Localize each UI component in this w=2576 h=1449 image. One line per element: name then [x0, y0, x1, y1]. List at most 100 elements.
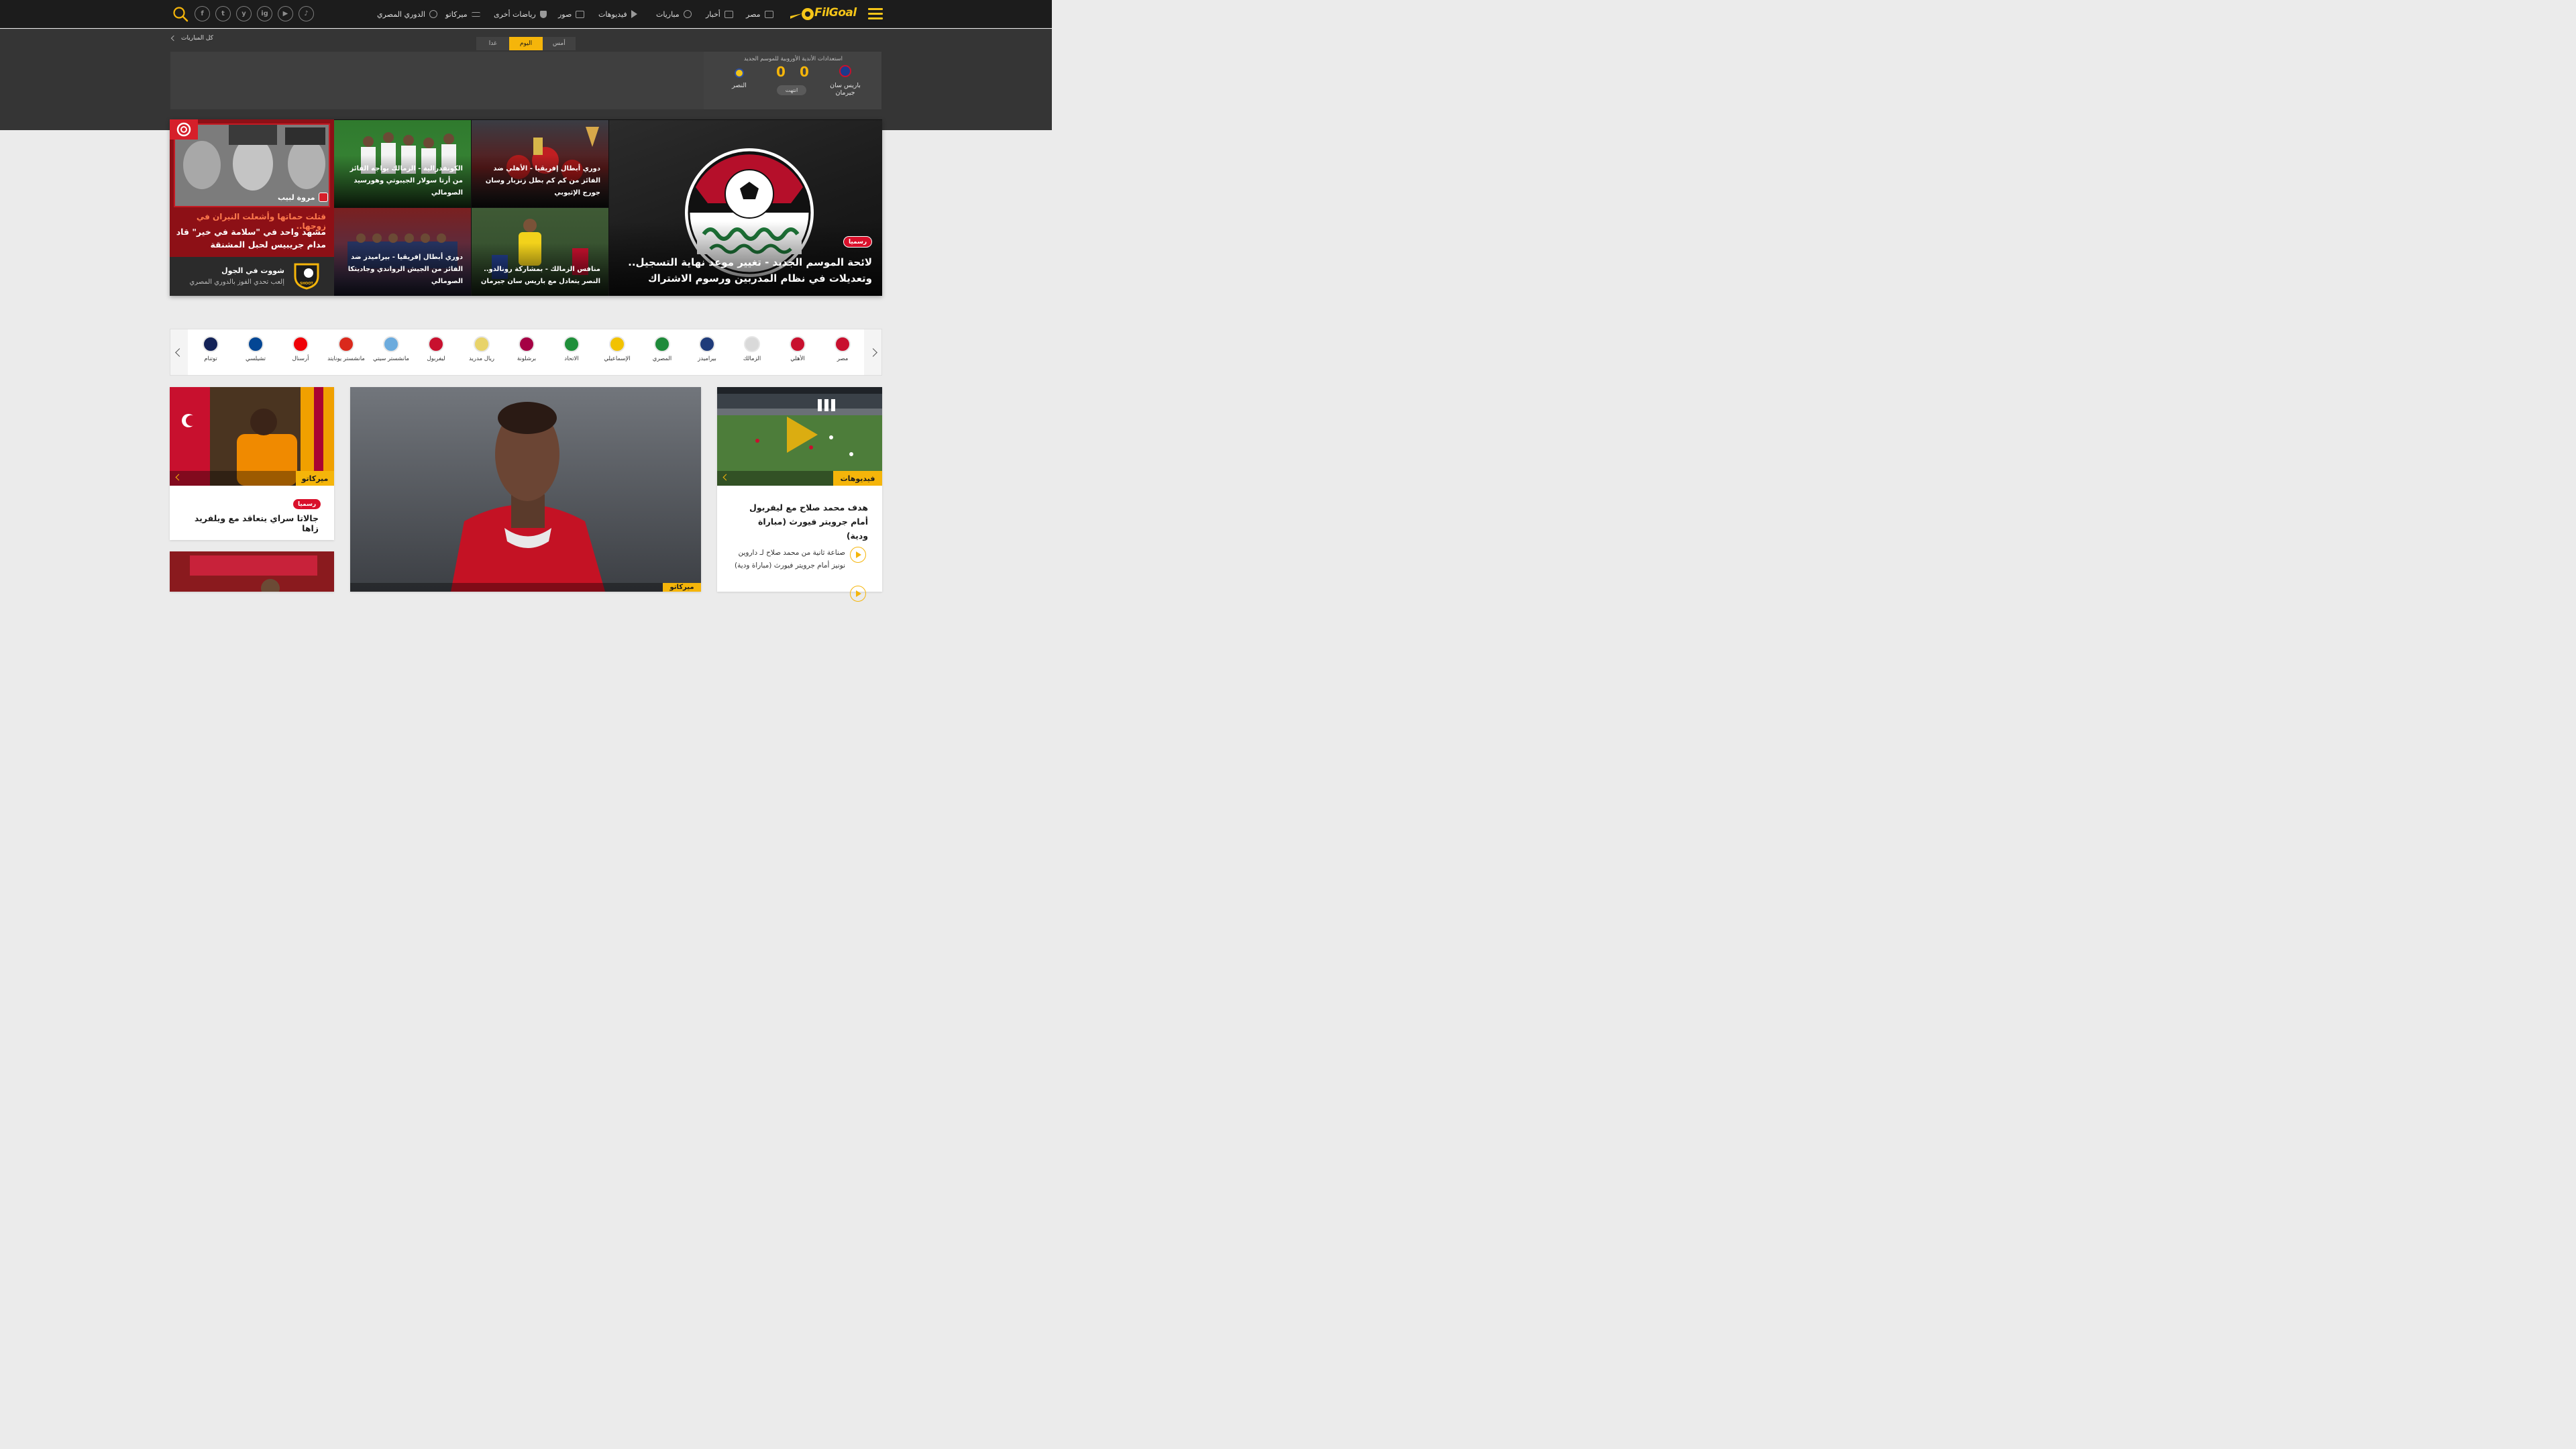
nav-label: مصر: [746, 9, 761, 19]
news-tile[interactable]: دوري أبطال إفريقيا - الأهلي ضد الفائز من…: [472, 120, 608, 207]
match-status-badge: انتهت: [777, 85, 806, 95]
svg-text:SHOOT: SHOOT: [300, 282, 313, 286]
play-icon[interactable]: ▶: [278, 6, 293, 21]
camera-icon: [576, 10, 585, 18]
nav-item-photos[interactable]: صور: [558, 8, 585, 20]
team-shortcut[interactable]: مانشستر يونايتد: [325, 335, 368, 362]
team-name: الزمالك: [743, 356, 761, 362]
team-shortcut[interactable]: مانشستر سيتي: [370, 335, 413, 362]
news-photo: [170, 551, 334, 592]
football-icon: [429, 10, 437, 18]
nav-item-videos[interactable]: فيديوهات: [598, 8, 637, 20]
all-matches-link[interactable]: كل المباريات: [170, 35, 213, 42]
team-shortcut[interactable]: مصر: [821, 335, 864, 362]
team-shortcut[interactable]: تشيلسي: [234, 335, 277, 362]
team-shortcut[interactable]: أرسنال: [279, 335, 322, 362]
search-icon[interactable]: [172, 6, 189, 22]
team-shortcut[interactable]: الاتحاد: [550, 335, 593, 362]
promo-author: مروة لبيب: [278, 193, 328, 202]
tag-bar: [350, 583, 663, 592]
al-nassr-crest-icon: [735, 68, 744, 78]
nav-label: صور: [558, 9, 572, 19]
team-name: ليفربول: [427, 356, 445, 362]
team-crest-icon: [292, 336, 309, 352]
team-name: مانشستر سيتي: [373, 356, 409, 362]
hero-main-title[interactable]: لائحة الموسم الجديد - تغيير موعد نهاية ا…: [617, 254, 872, 286]
nav-item-egypt[interactable]: مصر: [746, 8, 773, 20]
nav-item-egyptian-league[interactable]: الدوري المصري: [377, 8, 437, 20]
videos-tag[interactable]: فيديوهات: [833, 471, 882, 486]
tile-title: دوري أبطال إفريقيا - الأهلي ضد الفائز من…: [485, 165, 600, 197]
mercato-card-title[interactable]: جالاتا سراي يتعاقد مع ويلفريد زاها: [178, 513, 319, 533]
tab-tomorrow[interactable]: غدا: [476, 37, 509, 50]
newspaper-icon: [724, 10, 733, 18]
tile-title: منافس الزمالك - بمشاركة رونالدو.. النصر …: [480, 266, 600, 285]
site-logo-text[interactable]: FilGoal: [814, 6, 857, 19]
team-crest-icon: [609, 336, 625, 352]
news-tile[interactable]: الكونفدرالية - الزمالك يواجه الفائز من أ…: [334, 120, 471, 207]
twitter-icon[interactable]: t: [215, 6, 231, 21]
news-card[interactable]: [170, 551, 334, 592]
news-tile[interactable]: منافس الزمالك - بمشاركة رونالدو.. النصر …: [472, 208, 608, 296]
play-triangle: [856, 590, 861, 597]
featured-mercato-card[interactable]: [350, 387, 701, 592]
tiktok-icon[interactable]: ♪: [299, 6, 314, 21]
play-icon: [631, 10, 637, 18]
team-crest-icon: [564, 336, 580, 352]
player-photo: [350, 387, 701, 592]
away-team-name: النصر: [732, 82, 747, 89]
menu-icon[interactable]: [868, 8, 883, 20]
team-crest-icon: [519, 336, 535, 352]
team-shortcut[interactable]: الزمالك: [731, 335, 773, 362]
day-tabs: غدا اليوم أمس: [476, 37, 576, 50]
team-name: توتنام: [204, 356, 217, 362]
play-icon[interactable]: [850, 547, 866, 563]
news-tile[interactable]: دوري أبطال إفريقيا - بيراميدز ضد الفائز …: [334, 208, 471, 296]
instagram-icon[interactable]: ig: [257, 6, 272, 21]
team-shortcut[interactable]: برشلونة: [505, 335, 548, 362]
tag-bar: [717, 471, 833, 486]
shield-icon: [539, 10, 547, 18]
team-crest-icon: [474, 336, 490, 352]
team-shortcut[interactable]: ليفربول: [415, 335, 458, 362]
facebook-icon[interactable]: f: [195, 6, 210, 21]
team-name: الإسماعيلي: [604, 356, 631, 362]
carousel-next-button[interactable]: [864, 329, 881, 375]
promo-text: مشهد واحد في "سلامة في خير" قاد مدام جري…: [176, 227, 326, 250]
tab-yesterday[interactable]: أمس: [543, 37, 576, 50]
team-shortcut[interactable]: ريال مدريد: [460, 335, 503, 362]
promo-banner-subtitle: إلعب تحدي الفوز بالدوري المصري: [189, 278, 284, 286]
nav-item-other-sports[interactable]: رياضات أخرى: [494, 8, 547, 20]
team-shortcut[interactable]: بيراميدز: [686, 335, 729, 362]
nav-label: مباريات: [656, 9, 680, 19]
youtube-icon[interactable]: y: [236, 6, 252, 21]
pen-icon: [318, 193, 328, 202]
all-matches-label: كل المباريات: [181, 35, 213, 42]
nav-label: أخبار: [706, 9, 720, 19]
mercato-tag[interactable]: ميركاتو: [663, 583, 701, 592]
team-name: برشلونة: [517, 356, 537, 362]
mercato-tag[interactable]: ميركاتو: [296, 471, 334, 486]
team-shortcut[interactable]: الأهلي: [776, 335, 819, 362]
tab-today[interactable]: اليوم: [509, 37, 543, 50]
nav-item-mercato[interactable]: ميركاتو: [445, 8, 480, 20]
brand-logo-icon: [170, 119, 198, 140]
team-crest-icon: [203, 336, 219, 352]
team-shortcut[interactable]: المصري: [641, 335, 684, 362]
play-icon[interactable]: [850, 586, 866, 602]
team-name: أرسنال: [292, 356, 309, 362]
team-crest-icon: [699, 336, 715, 352]
carousel-prev-button[interactable]: [170, 329, 188, 375]
home-score: 0: [800, 64, 809, 80]
nav-item-news[interactable]: أخبار: [706, 8, 733, 20]
team-crest-icon: [428, 336, 444, 352]
promo-author-name: مروة لبيب: [278, 193, 315, 202]
chevron-left-icon: [170, 35, 177, 42]
video-list-item[interactable]: صناعة ثانية من محمد صلاح لـ داروين نونيز…: [730, 547, 845, 572]
team-shortcut[interactable]: توتنام: [189, 335, 232, 362]
team-shortcut[interactable]: الإسماعيلي: [596, 335, 639, 362]
nav-item-matches[interactable]: مباريات: [656, 8, 692, 20]
play-triangle: [856, 551, 861, 558]
football-icon: [683, 10, 692, 18]
video-title[interactable]: هدف محمد صلاح مع ليفربول أمام جرويتر فيو…: [737, 500, 868, 543]
